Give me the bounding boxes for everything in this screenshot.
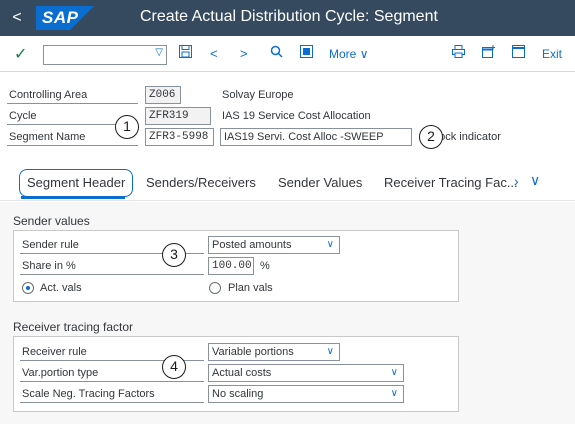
- tab-receiver-tracing-factor[interactable]: Receiver Tracing Fac...: [384, 175, 518, 190]
- sender-values-title: Sender values: [13, 214, 90, 228]
- receiver-rule-value: Variable portions: [212, 346, 294, 358]
- print-icon[interactable]: [452, 45, 465, 63]
- receiver-tracing-title: Receiver tracing factor: [13, 320, 134, 334]
- sender-values-group: Sender rule Posted amounts ∨ Share in % …: [13, 230, 459, 302]
- scale-neg-tracing-label: Scale Neg. Tracing Factors: [20, 386, 204, 403]
- segment-desc-field[interactable]: IAS19 Servi. Cost Alloc -SWEEP: [220, 128, 412, 146]
- tab-senders-receivers[interactable]: Senders/Receivers: [146, 175, 256, 190]
- scale-neg-tracing-dropdown[interactable]: No scaling ∨: [208, 385, 404, 403]
- sender-rule-dropdown[interactable]: Posted amounts ∨: [208, 236, 340, 254]
- plan-vals-label: Plan vals: [228, 282, 273, 294]
- chevron-right-icon[interactable]: ›: [514, 173, 519, 189]
- tab-bar: Segment Header Senders/Receivers Sender …: [0, 165, 575, 201]
- plan-vals-radio[interactable]: [209, 282, 221, 294]
- callout-1: 1: [115, 115, 139, 139]
- var-portion-type-dropdown[interactable]: Actual costs ∨: [208, 364, 404, 382]
- act-vals-radio[interactable]: [22, 282, 34, 294]
- chevron-down-icon: ∨: [390, 388, 398, 399]
- page-title: Create Actual Distribution Cycle: Segmen…: [140, 8, 438, 25]
- act-vals-label: Act. vals: [40, 282, 82, 294]
- check-icon[interactable]: ✓: [14, 44, 27, 64]
- sap-logo-text: SAP: [42, 8, 79, 27]
- header-fields: Controlling Area Z006 Solvay Europe Cycl…: [0, 72, 575, 162]
- window-icon[interactable]: [512, 45, 525, 63]
- callout-3: 3: [162, 243, 186, 267]
- active-tab-indicator: [21, 196, 125, 199]
- callout-2: 2: [419, 125, 443, 149]
- callout-4: 4: [162, 355, 186, 379]
- back-button[interactable]: <: [8, 8, 26, 28]
- var-portion-type-value: Actual costs: [212, 367, 272, 379]
- sap-logo: SAP: [36, 6, 94, 30]
- chevron-down-icon: ∨: [359, 47, 369, 61]
- cycle-field[interactable]: ZFR319: [145, 107, 211, 125]
- sender-rule-value: Posted amounts: [212, 239, 292, 251]
- lock-indicator-label: Lock indicator: [433, 131, 501, 143]
- scale-neg-tracing-value: No scaling: [212, 388, 264, 400]
- share-unit: %: [260, 260, 270, 272]
- controlling-area-desc: Solvay Europe: [222, 89, 294, 101]
- chevron-down-icon: ∨: [326, 239, 334, 250]
- receiver-tracing-group: Receiver rule Variable portions ∨ Var.po…: [13, 336, 459, 412]
- chevron-down-icon: ∨: [390, 367, 398, 378]
- cycle-desc: IAS 19 Service Cost Allocation: [222, 110, 371, 122]
- chevron-down-icon: ∨: [326, 346, 334, 357]
- tab-segment-header[interactable]: Segment Header: [19, 169, 134, 197]
- chevron-down-icon[interactable]: ▽: [155, 47, 163, 58]
- share-in-percent-field[interactable]: 100.00: [208, 257, 254, 275]
- previous-icon[interactable]: <: [210, 45, 218, 63]
- more-label: More: [329, 47, 357, 61]
- controlling-area-label: Controlling Area: [7, 86, 138, 104]
- chevron-down-icon[interactable]: ∨: [530, 172, 540, 189]
- new-window-icon[interactable]: [482, 45, 495, 63]
- receiver-rule-dropdown[interactable]: Variable portions ∨: [208, 343, 340, 361]
- next-icon[interactable]: >: [240, 45, 248, 63]
- exit-button[interactable]: Exit: [542, 47, 562, 61]
- search-icon[interactable]: [270, 45, 283, 63]
- save-icon[interactable]: [179, 45, 192, 63]
- segment-name-field[interactable]: ZFR3-5998: [145, 128, 214, 146]
- toolbar: ✓ ▽ < > More ∨ Exit: [0, 36, 575, 72]
- back-arrow-icon: <: [12, 9, 22, 26]
- controlling-area-field[interactable]: Z006: [145, 86, 181, 104]
- segment-header-content: Sender values Sender rule Posted amounts…: [0, 202, 575, 424]
- tab-sender-values[interactable]: Sender Values: [278, 175, 362, 190]
- image-icon[interactable]: [300, 45, 313, 63]
- more-menu-button[interactable]: More ∨: [329, 47, 368, 61]
- shell-bar: < SAP Create Actual Distribution Cycle: …: [0, 0, 575, 36]
- command-field[interactable]: ▽: [43, 45, 167, 65]
